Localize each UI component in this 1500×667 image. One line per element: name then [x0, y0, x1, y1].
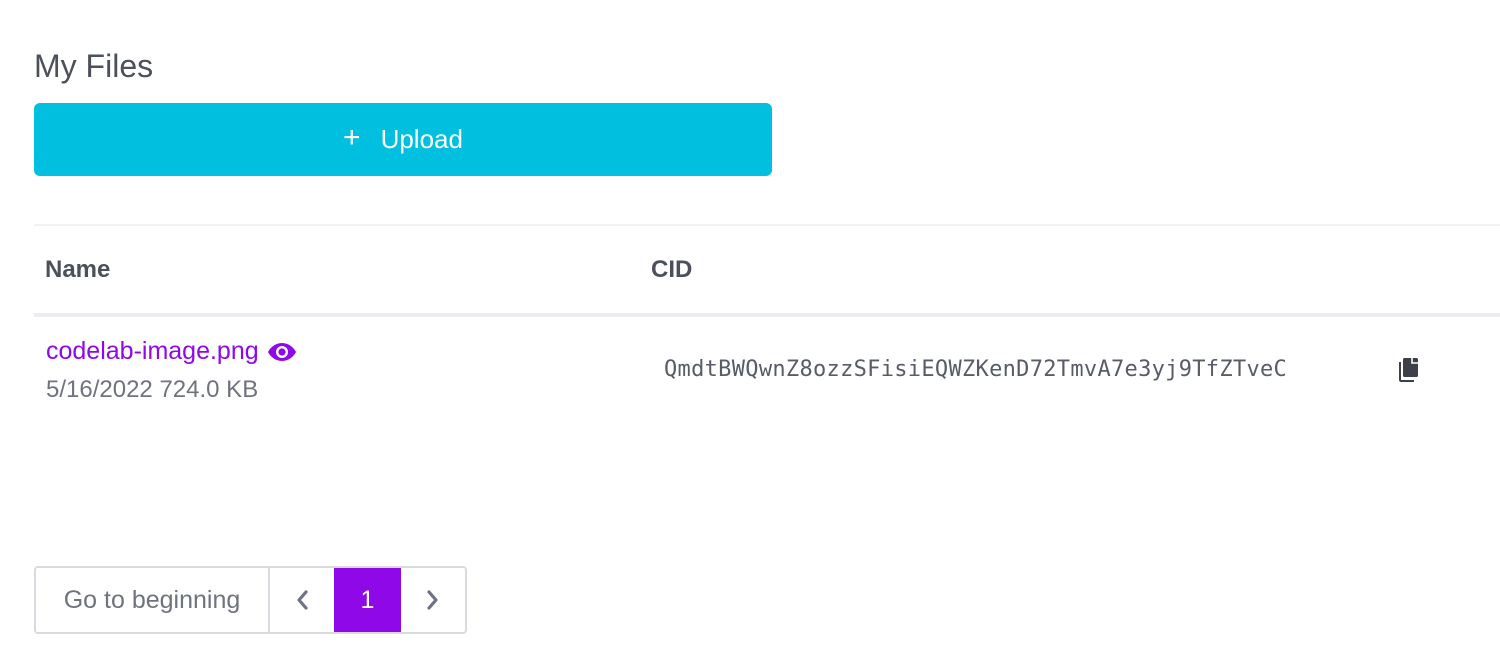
chevron-right-icon: [427, 590, 438, 610]
chevron-left-icon: [297, 590, 308, 610]
header-divider: [34, 313, 1500, 317]
plus-icon: +: [343, 120, 361, 154]
files-page: My Files + Upload Name CID codelab-image…: [0, 0, 1500, 667]
column-header-cid[interactable]: CID: [651, 256, 692, 284]
pagination: Go to beginning 1: [34, 566, 467, 634]
upload-label: Upload: [380, 124, 463, 154]
file-size: 724.0 KB: [159, 376, 259, 403]
copy-icon[interactable]: [1396, 356, 1420, 384]
column-header-name[interactable]: Name: [45, 256, 110, 284]
upload-button[interactable]: + Upload: [34, 103, 772, 176]
file-name-text[interactable]: codelab-image.png: [46, 337, 259, 366]
table-divider: [34, 224, 1500, 226]
page-title: My Files: [34, 48, 154, 84]
next-page-button[interactable]: [401, 568, 465, 632]
file-meta: 5/16/2022 724.0 KB: [46, 376, 258, 404]
eye-icon[interactable]: [267, 341, 297, 363]
file-cid: QmdtBWQwnZ8ozzSFisiEQWZKenD72TmvA7e3yj9T…: [664, 357, 1288, 382]
previous-page-button[interactable]: [270, 568, 334, 632]
file-name-link[interactable]: codelab-image.png: [46, 337, 297, 366]
file-date: 5/16/2022: [46, 376, 153, 403]
go-to-beginning-button[interactable]: Go to beginning: [36, 568, 270, 632]
page-1-button[interactable]: 1: [334, 568, 401, 632]
